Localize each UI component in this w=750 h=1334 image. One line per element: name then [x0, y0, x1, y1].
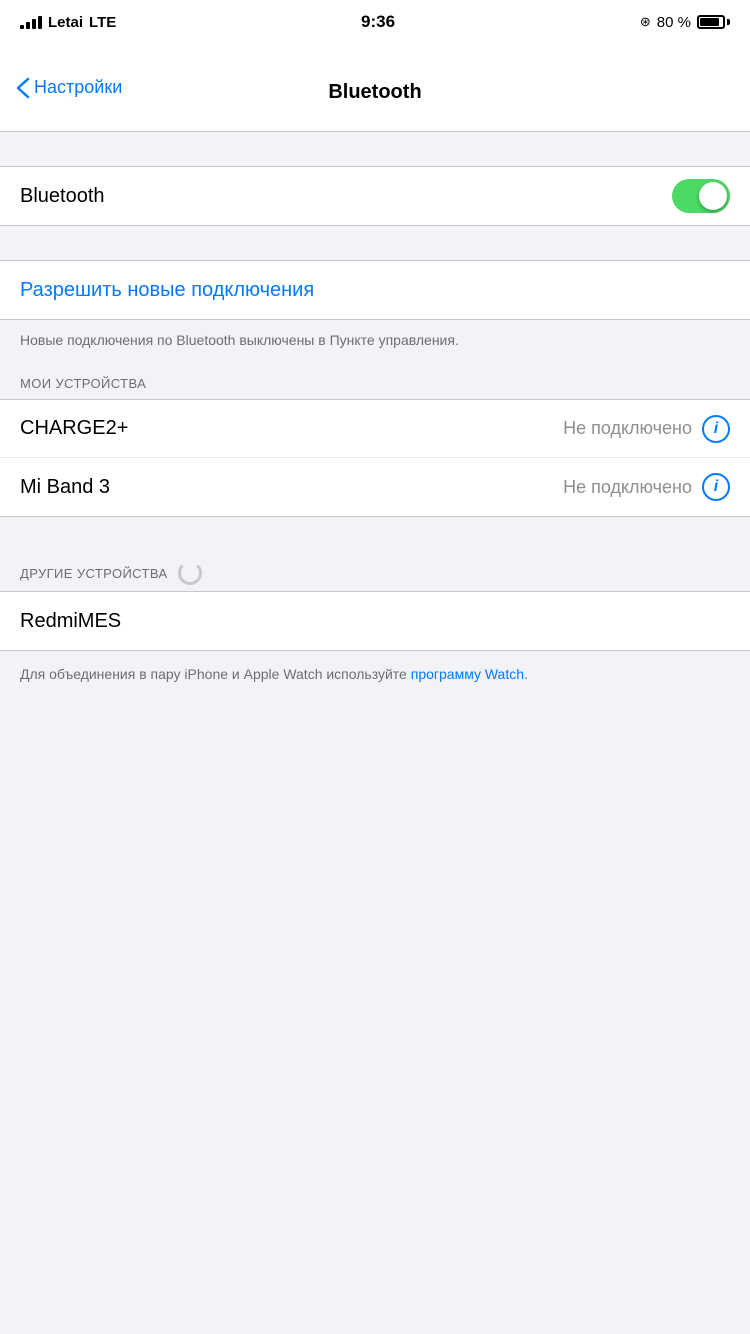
device-status-row-2: Не подключено i: [563, 473, 730, 501]
allow-connections-row[interactable]: Разрешить новые подключения: [0, 261, 750, 319]
info-button-miband3[interactable]: i: [702, 473, 730, 501]
device-name-charge2: CHARGE2+: [20, 417, 128, 440]
footer-text: Для объединения в пару iPhone и Apple Wa…: [20, 666, 528, 682]
new-connections-section: Разрешить новые подключения: [0, 260, 750, 320]
page-title: Bluetooth: [328, 81, 421, 104]
bluetooth-section: Bluetooth: [0, 166, 750, 226]
footer-block: Для объединения в пару iPhone и Apple Wa…: [0, 651, 750, 697]
my-devices-list: CHARGE2+ Не подключено i Mi Band 3 Не по…: [0, 399, 750, 517]
table-row[interactable]: CHARGE2+ Не подключено i: [0, 400, 750, 458]
bluetooth-info-block: Новые подключения по Bluetooth выключены…: [0, 320, 750, 365]
device-status-miband3: Не подключено: [563, 477, 692, 498]
battery-percent: 80 %: [657, 14, 691, 31]
device-status-row: Не подключено i: [563, 415, 730, 443]
table-row[interactable]: Mi Band 3 Не подключено i: [0, 458, 750, 516]
time-label: 9:36: [361, 12, 395, 32]
allow-connections-label: Разрешить новые подключения: [20, 279, 314, 302]
toggle-thumb: [699, 182, 727, 210]
nav-bar: Настройки Bluetooth: [0, 44, 750, 132]
bluetooth-row: Bluetooth: [0, 167, 750, 225]
info-button-charge2[interactable]: i: [702, 415, 730, 443]
scanning-spinner: [178, 561, 202, 585]
lock-icon: ⊛: [640, 14, 651, 30]
other-devices-list: RedmiMES: [0, 591, 750, 651]
back-label: Настройки: [34, 77, 122, 98]
carrier-label: Letai: [48, 14, 83, 31]
section-gap-1: [0, 132, 750, 166]
signal-icon: [20, 15, 42, 29]
section-gap-2: [0, 226, 750, 260]
device-name-miband3: Mi Band 3: [20, 476, 110, 499]
bluetooth-toggle[interactable]: [672, 179, 730, 213]
device-status-charge2: Не подключено: [563, 418, 692, 439]
my-devices-header-block: МОИ УСТРОЙСТВА: [0, 365, 750, 399]
status-bar: Letai LTE 9:36 ⊛ 80 %: [0, 0, 750, 44]
table-row[interactable]: RedmiMES: [0, 592, 750, 650]
back-button[interactable]: Настройки: [16, 77, 122, 99]
status-left: Letai LTE: [20, 14, 116, 31]
toggle-track: [672, 179, 730, 213]
status-right: ⊛ 80 %: [640, 14, 730, 31]
my-devices-header-label: МОИ УСТРОЙСТВА: [20, 376, 146, 391]
bluetooth-info-text: Новые подключения по Bluetooth выключены…: [20, 332, 459, 348]
footer-text-after: .: [524, 666, 528, 682]
footer-text-before: Для объединения в пару iPhone и Apple Wa…: [20, 666, 411, 682]
other-devices-header-label: ДРУГИЕ УСТРОЙСТВА: [20, 566, 168, 581]
section-gap-3: [0, 517, 750, 551]
other-devices-header-block: ДРУГИЕ УСТРОЙСТВА: [0, 551, 750, 591]
battery-icon: [697, 15, 730, 29]
device-name-redmimes: RedmiMES: [20, 610, 121, 633]
bluetooth-label: Bluetooth: [20, 185, 105, 208]
network-type-label: LTE: [89, 14, 116, 31]
watch-app-link[interactable]: программу Watch: [411, 666, 524, 682]
